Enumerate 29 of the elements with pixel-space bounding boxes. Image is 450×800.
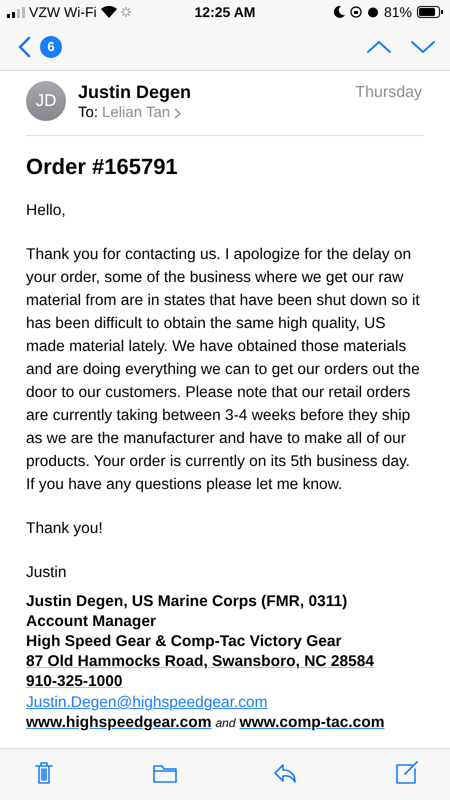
battery-icon xyxy=(416,6,443,18)
signature-line: Justin Degen, US Marine Corps (FMR, 0311) xyxy=(26,592,348,612)
loading-icon xyxy=(120,7,131,17)
rotation-lock-icon xyxy=(350,6,362,18)
battery-percent: 81% xyxy=(384,2,412,22)
website-link[interactable]: www.highspeedgear.com xyxy=(26,713,212,733)
email-link[interactable]: Justin.Degen@highspeedgear.com xyxy=(26,693,268,713)
body-paragraph: Thank you! xyxy=(26,519,104,539)
to-label: To: xyxy=(78,103,98,123)
carrier-label: VZW Wi-Fi xyxy=(29,2,97,22)
signature-line: High Speed Gear & Comp-Tac Victory Gear xyxy=(26,632,342,652)
message-date: Thursday xyxy=(355,83,423,103)
unread-badge[interactable]: 6 xyxy=(40,36,62,58)
signature-line: Account Manager xyxy=(26,612,156,632)
body-paragraph: Hello, xyxy=(26,201,67,221)
website-link[interactable]: www.comp-tac.com xyxy=(240,713,384,733)
wifi-icon xyxy=(100,6,117,18)
signature-line[interactable]: 910-325-1000 xyxy=(26,672,123,692)
chevron-right-icon xyxy=(174,108,182,118)
signal-icon xyxy=(7,6,25,18)
subject-title: Order #165791 xyxy=(26,153,179,181)
conjunction-text: and xyxy=(215,715,236,732)
signature-line[interactable]: 87 Old Hammocks Road, Swansboro, NC 28584 xyxy=(26,652,374,672)
sender-name: Justin Degen xyxy=(78,81,192,103)
body-paragraph: Thank you for contacting us. I apologize for the delay on your order, some of the business where we get our raw material from are in states that have been shut down so it has been difficult to obtain the same high quality, US made material lately. We have obtained those materials and are doing everything we can to get our orders out the door to our customers. Please note that our retail orders are currently taking between 3-4 weeks before they ship as we are the manufacturer and have to make all of our products. Your order is currently on its 5th business day. If you have any questions please let me know. xyxy=(26,245,421,495)
avatar: JD xyxy=(26,81,66,121)
status-time: 12:25 AM xyxy=(194,2,256,22)
moon-icon xyxy=(334,6,345,18)
body-paragraph: Justin xyxy=(26,563,68,583)
